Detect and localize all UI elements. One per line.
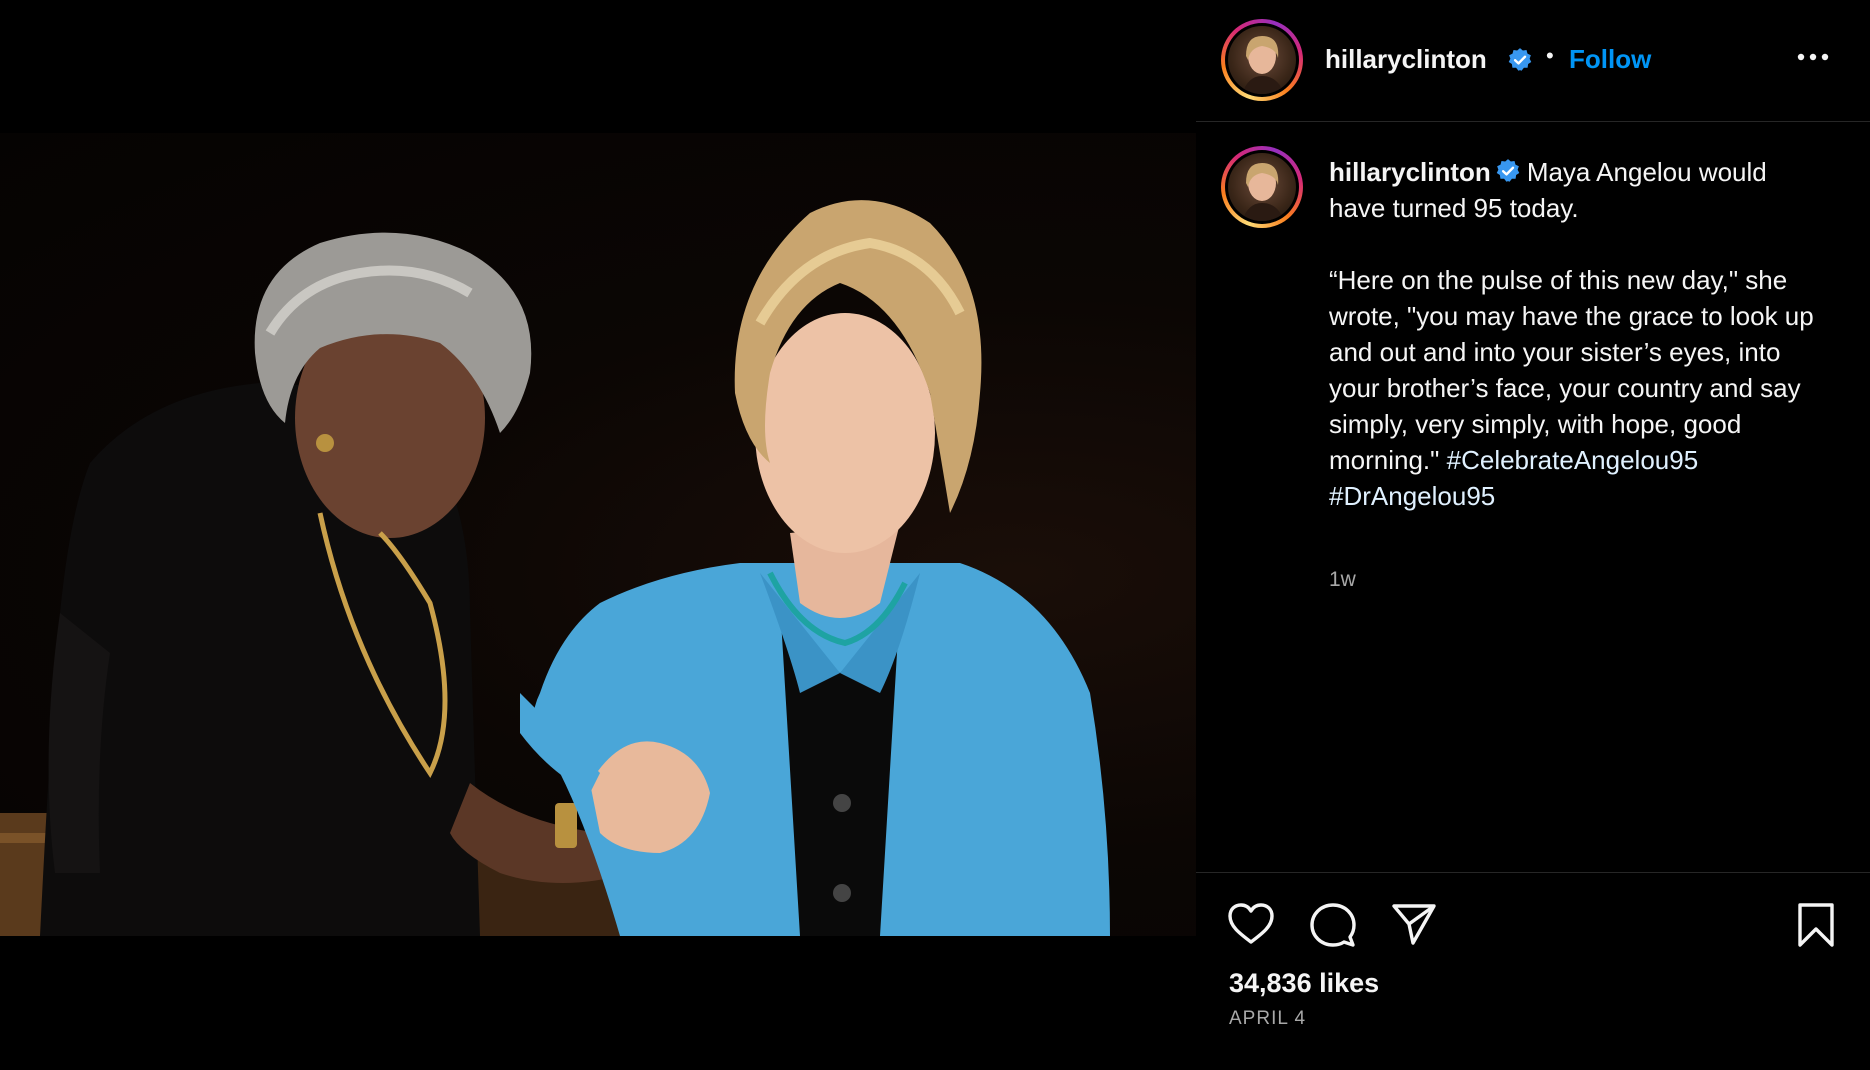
author-username[interactable]: hillaryclinton bbox=[1325, 44, 1487, 75]
post-side-panel: hillaryclinton • Follow hillaryclinton M… bbox=[1196, 0, 1870, 1069]
action-bar: 34,836 likes APRIL 4 bbox=[1196, 872, 1870, 1070]
post-header: hillaryclinton • Follow bbox=[1196, 0, 1870, 122]
post-caption: hillaryclinton Maya Angelou would have t… bbox=[1329, 154, 1824, 514]
author-avatar[interactable] bbox=[1221, 19, 1303, 101]
separator-dot: • bbox=[1546, 43, 1554, 68]
hashtag-link[interactable]: #CelebrateAngelou95 bbox=[1447, 445, 1699, 475]
follow-button[interactable]: Follow bbox=[1569, 44, 1651, 75]
bookmark-icon[interactable] bbox=[1796, 902, 1836, 948]
post-time-ago[interactable]: 1w bbox=[1329, 568, 1356, 592]
share-icon[interactable] bbox=[1391, 902, 1437, 946]
caption-author-avatar[interactable] bbox=[1221, 146, 1303, 228]
post-date: APRIL 4 bbox=[1229, 1008, 1307, 1029]
comment-icon[interactable] bbox=[1309, 902, 1357, 948]
avatar-portrait bbox=[1242, 36, 1284, 94]
hashtag-link[interactable]: #DrAngelou95 bbox=[1329, 481, 1495, 511]
post-photo[interactable] bbox=[0, 133, 1196, 936]
verified-badge-icon bbox=[1508, 48, 1532, 71]
caption-username[interactable]: hillaryclinton bbox=[1329, 157, 1491, 187]
post-media bbox=[0, 0, 1196, 1069]
verified-badge-icon bbox=[1496, 159, 1520, 182]
avatar-portrait bbox=[1242, 163, 1284, 221]
caption-quote-text: “Here on the pulse of this new day," she… bbox=[1329, 265, 1814, 475]
caption-area: hillaryclinton Maya Angelou would have t… bbox=[1196, 121, 1870, 871]
more-options-icon[interactable] bbox=[1796, 52, 1830, 62]
heart-icon[interactable] bbox=[1227, 902, 1275, 946]
photo-illustration bbox=[0, 200, 1110, 936]
likes-count[interactable]: 34,836 likes bbox=[1229, 968, 1379, 999]
